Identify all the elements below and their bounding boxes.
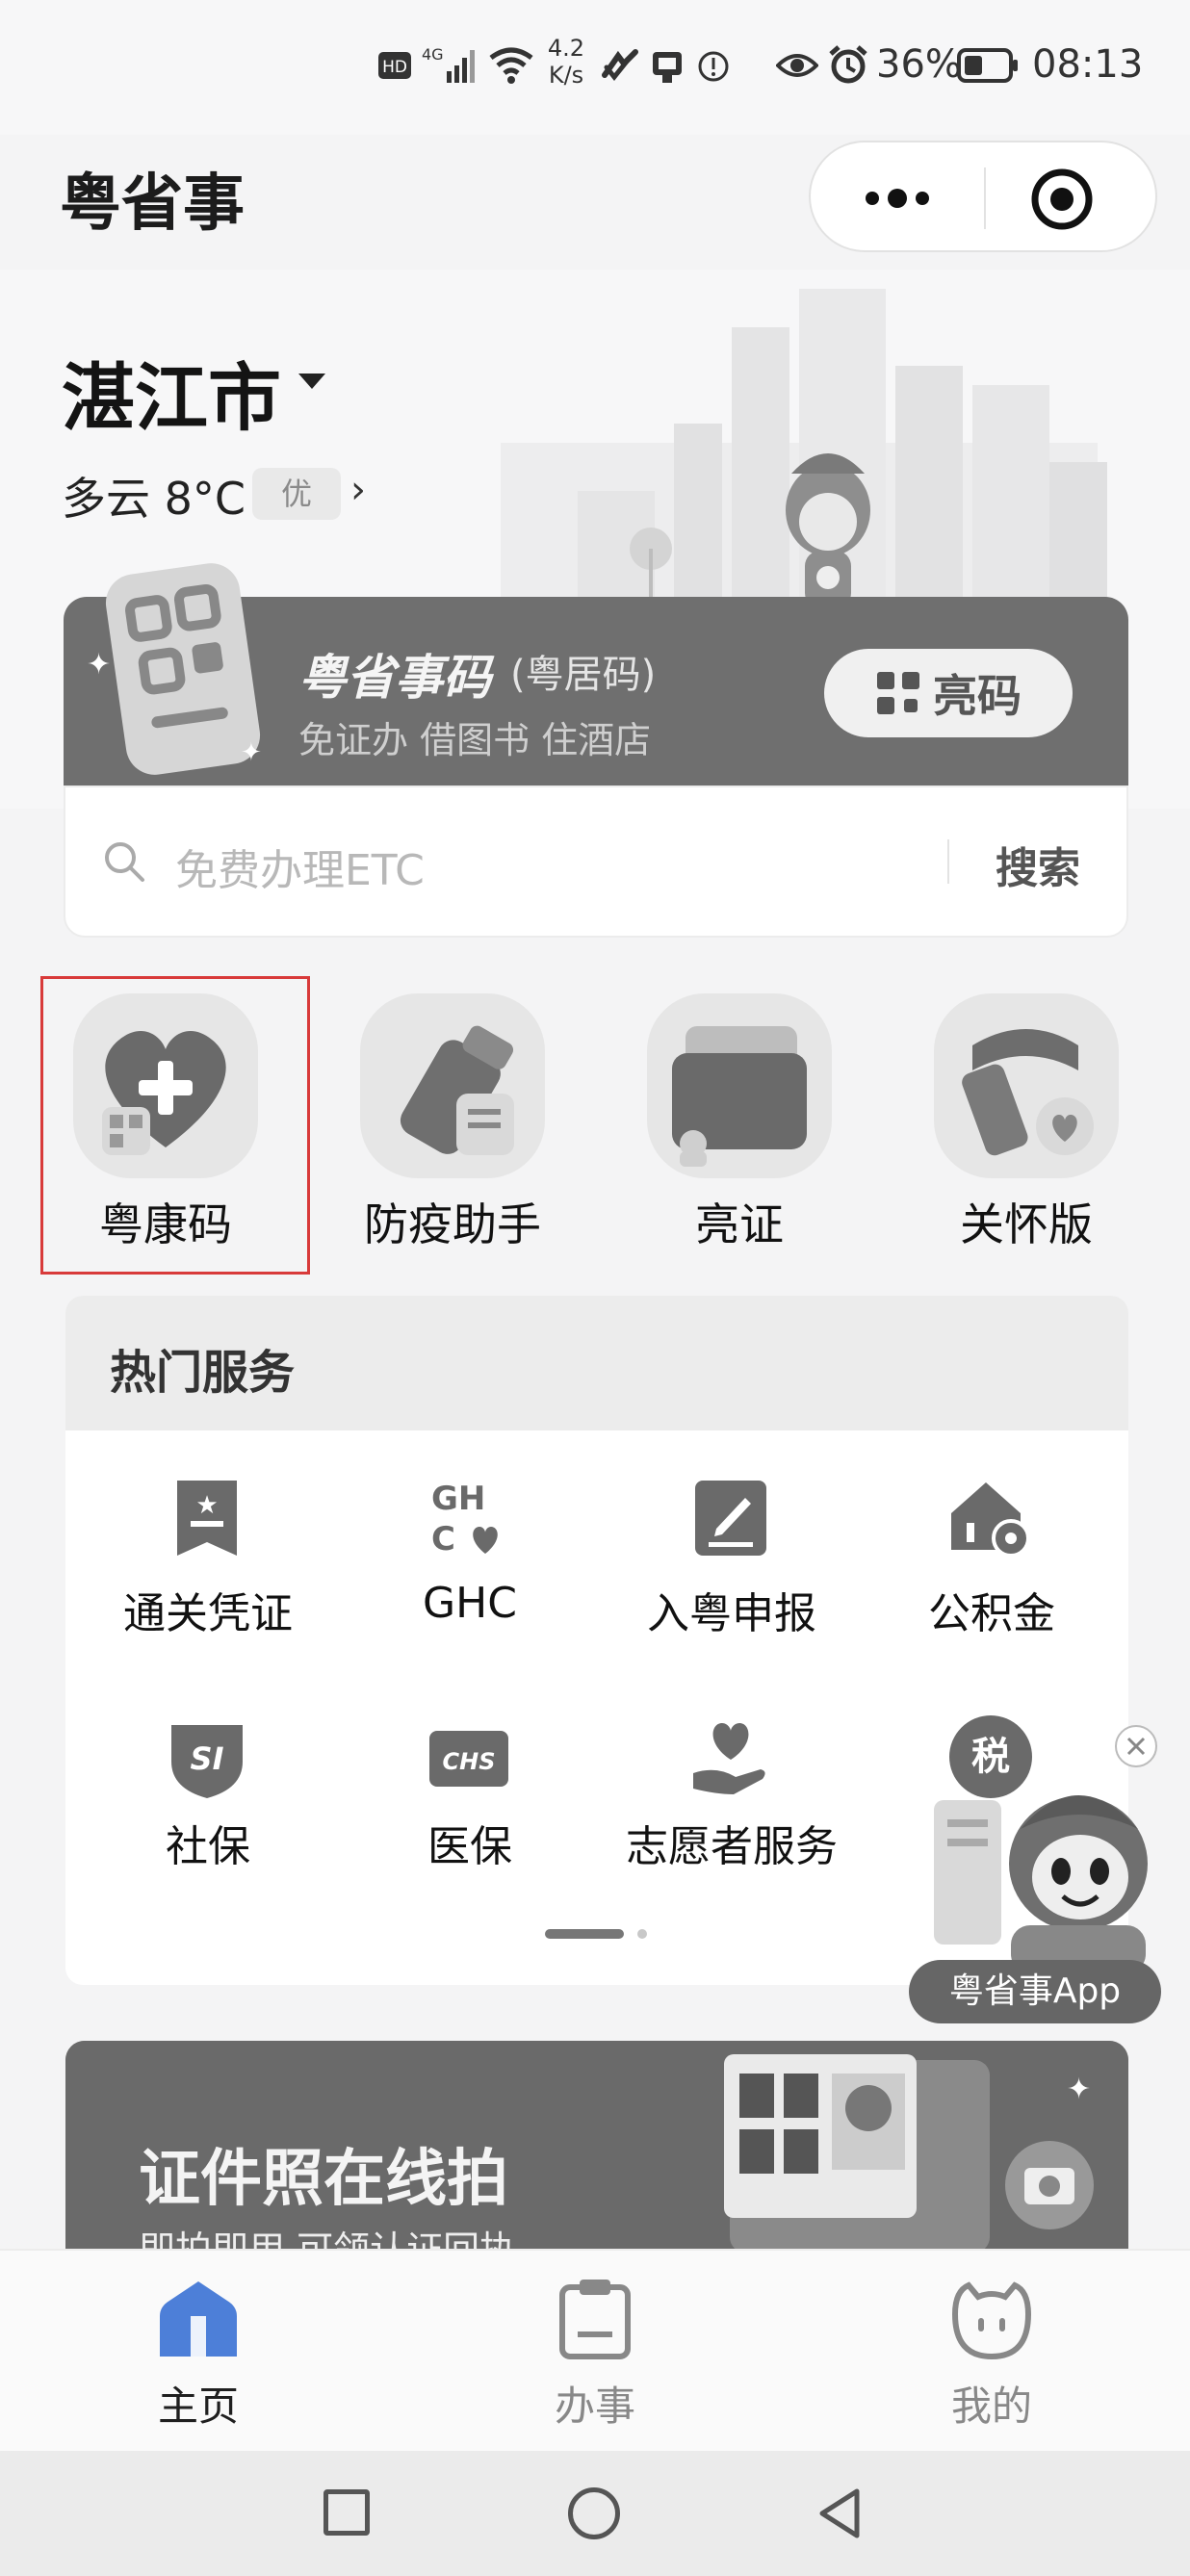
capsule-divider: [984, 167, 986, 229]
close-icon: [1126, 1737, 1146, 1756]
weather-text[interactable]: 多云 8°C: [62, 464, 246, 528]
more-button[interactable]: [849, 169, 945, 227]
code-card-title: 粤省事码: [298, 650, 491, 706]
search-button[interactable]: 搜索: [996, 834, 1080, 895]
code-card-description: 免证办 借图书 住酒店: [298, 719, 652, 761]
chevron-right-icon[interactable]: ›: [350, 468, 366, 512]
hd-icon: HD: [378, 52, 411, 79]
code-card-subtitle: (粤居码): [510, 653, 657, 697]
close-promo-button[interactable]: [1115, 1725, 1157, 1767]
service-entry-declaration[interactable]: 入粤申报: [607, 1475, 857, 1638]
profile-face-icon: [951, 2281, 1032, 2360]
air-quality-badge: 优: [252, 468, 341, 520]
show-code-label: 亮码: [933, 670, 1022, 722]
tab-label-services: 办事: [554, 2383, 635, 2430]
chs-card-icon: CHS: [429, 1731, 508, 1787]
service-label: 志愿者服务: [626, 1822, 838, 1871]
service-volunteer[interactable]: 志愿者服务: [607, 1715, 857, 1871]
sim-icon: [653, 52, 682, 83]
quick-entry-epidemic-helper[interactable]: [360, 993, 545, 1178]
banner-title: 证件照在线拍: [139, 2144, 508, 2215]
search-divider: [947, 839, 949, 884]
system-navigation-bar: [0, 2451, 1190, 2576]
quick-entry-label: 亮证: [695, 1198, 784, 1250]
quick-entry-care-edition[interactable]: [934, 993, 1119, 1178]
svg-text:GH: GH: [431, 1480, 485, 1518]
ghc-icon: GH C: [431, 1480, 498, 1558]
caret-down-icon[interactable]: [298, 374, 325, 389]
quick-entry-show-certificate[interactable]: [647, 993, 832, 1178]
svg-text:4G: 4G: [422, 45, 444, 64]
heart-plus-icon: [102, 1031, 226, 1155]
network-speed-value: 4.2: [547, 35, 585, 62]
service-label: 公积金: [928, 1589, 1055, 1638]
qr-grid-icon: [877, 672, 919, 714]
svg-text:✦: ✦: [1067, 2073, 1091, 2106]
more-dots-icon: [866, 189, 929, 208]
alarm-icon: [829, 45, 867, 84]
mini-program-capsule: [809, 141, 1157, 252]
quick-entry-label: 粤康码: [99, 1198, 232, 1250]
qr-code-icon: ✦ ✦: [87, 563, 262, 775]
city-selector[interactable]: 湛江市: [62, 339, 281, 445]
si-shield-icon: SI: [171, 1725, 243, 1798]
svg-text:✦: ✦: [87, 648, 111, 682]
service-label: 社保: [166, 1822, 250, 1871]
svg-text:CHS: CHS: [443, 1748, 496, 1775]
scarf-icon: [962, 1029, 1094, 1156]
home-system-button[interactable]: [568, 2487, 620, 2539]
search-icon: [105, 842, 144, 882]
pager-dot: [637, 1929, 647, 1939]
clock: 08:13: [1032, 42, 1144, 87]
clipboard-icon: [559, 2280, 631, 2359]
search-input[interactable]: 免费办理ETC: [175, 836, 425, 897]
svg-text:HD: HD: [382, 58, 407, 77]
tab-label-profile: 我的: [950, 2383, 1032, 2430]
wifi-icon: [489, 47, 533, 84]
service-label: 入粤申报: [647, 1589, 816, 1638]
edit-form-icon: [695, 1481, 766, 1556]
alert-icon: [698, 51, 729, 82]
quick-entry-health-code[interactable]: [73, 993, 258, 1178]
service-social-security[interactable]: SI 社保: [83, 1715, 333, 1871]
service-label: GHC: [423, 1579, 517, 1628]
show-code-button[interactable]: 亮码: [824, 649, 1073, 737]
hot-services-title: 热门服务: [110, 1346, 296, 1400]
wallet-icon: [672, 1026, 807, 1167]
ticket-star-icon: ★: [177, 1481, 237, 1556]
service-medical-insurance[interactable]: CHS 医保: [345, 1715, 595, 1871]
house-coin-icon: [951, 1482, 1030, 1558]
recent-apps-button[interactable]: [323, 2489, 370, 2536]
app-title: 粤省事: [60, 168, 245, 240]
battery-percent: 36%: [876, 42, 962, 87]
signal-4g-icon: 4G: [422, 45, 475, 83]
nfc-icon: [602, 49, 638, 82]
svg-text:C: C: [431, 1520, 455, 1558]
service-label: 通关凭证: [123, 1589, 293, 1638]
tab-label-home: 主页: [157, 2383, 239, 2430]
home-icon: [160, 2281, 237, 2357]
service-housing-fund[interactable]: 公积金: [867, 1475, 1117, 1638]
sprayer-icon: [400, 1025, 514, 1155]
eye-icon: [776, 54, 818, 77]
status-bar: HD 4G 4.2 K/s 36% 08:13: [0, 0, 1190, 135]
quick-entry-label: 防疫助手: [364, 1198, 541, 1250]
svg-text:✦: ✦: [241, 738, 262, 767]
service-label: 医保: [427, 1822, 512, 1871]
pager-dot-active: [545, 1929, 624, 1939]
back-button[interactable]: [815, 2486, 863, 2541]
hand-heart-icon: [693, 1723, 765, 1794]
target-icon: [1031, 168, 1093, 230]
app-promo-button[interactable]: 粤省事App: [909, 1960, 1161, 2023]
network-speed: 4.2 K/s: [545, 35, 587, 89]
quick-entry-label: 关怀版: [960, 1198, 1093, 1250]
close-mini-program-button[interactable]: [1028, 166, 1096, 233]
service-customs-pass[interactable]: ★ 通关凭证: [83, 1475, 333, 1638]
battery-icon: [957, 48, 1018, 83]
svg-text:★: ★: [195, 1491, 218, 1520]
network-speed-unit: K/s: [548, 62, 584, 89]
svg-text:SI: SI: [191, 1740, 224, 1777]
service-ghc[interactable]: GH C GHC: [345, 1475, 595, 1629]
